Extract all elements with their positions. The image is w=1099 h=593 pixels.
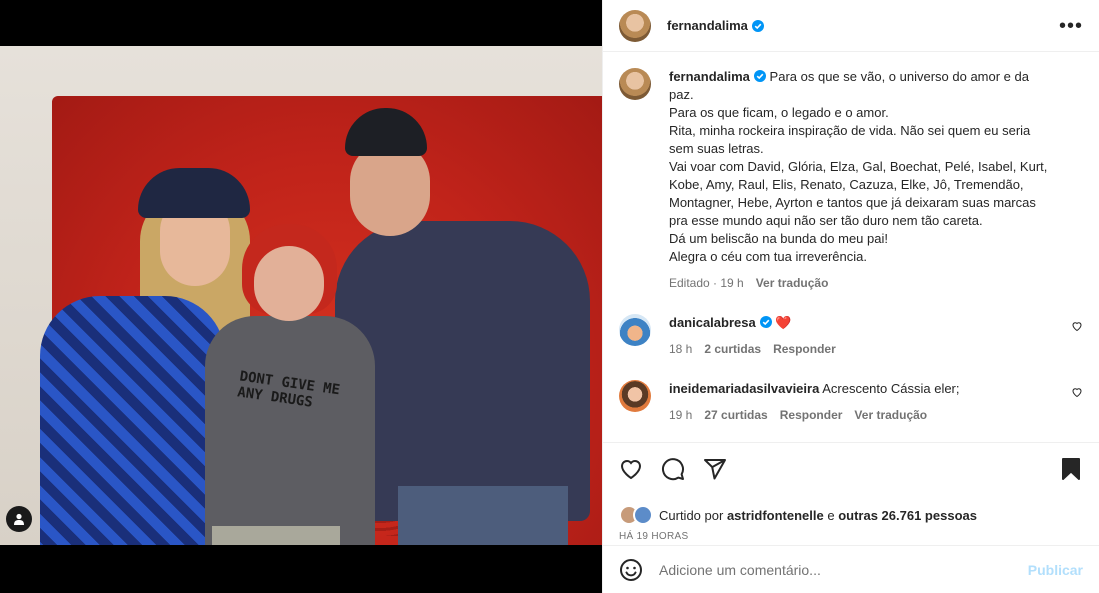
post-actions: Curtido por astridfontenelle e outras 26… [603, 442, 1099, 542]
likes-summary: Curtido por astridfontenelle e outras 26… [619, 505, 1083, 525]
post-media[interactable]: DONT GIVE ME ANY DRUGS [0, 0, 602, 593]
comment-text: Acrescento Cássia eler; [822, 381, 960, 396]
person-left-body [40, 296, 225, 545]
caption-text-line: Montagner, Hebe, Ayrton e tantos que já … [669, 195, 1036, 210]
comment-time[interactable]: 18 h [669, 340, 692, 358]
tagged-users-button[interactable] [6, 506, 32, 532]
more-options-icon[interactable]: ••• [1059, 16, 1083, 36]
action-icons [619, 455, 1083, 483]
person-center-body [205, 316, 375, 545]
publish-button[interactable]: Publicar [1028, 562, 1083, 578]
commenter-username[interactable]: ineidemariadasilvavieira [669, 381, 819, 396]
comment-translate-link[interactable]: Ver tradução [854, 406, 927, 424]
post-photo[interactable]: DONT GIVE ME ANY DRUGS [0, 46, 602, 545]
comment-input[interactable] [659, 561, 1028, 578]
likes-user-link[interactable]: astridfontenelle [727, 508, 824, 523]
post-dialog: DONT GIVE ME ANY DRUGS fernandalima ••• [0, 0, 1099, 593]
caption-text-line: Para os que ficam, o legado e o amor. [669, 105, 889, 120]
caption-edited-time[interactable]: Editado · 19 h [669, 274, 744, 292]
comment-time[interactable]: 19 h [669, 406, 692, 424]
add-comment-bar: Publicar [603, 545, 1099, 593]
caption-translate-link[interactable]: Ver tradução [756, 274, 829, 292]
share-icon[interactable] [703, 457, 727, 481]
post-timestamp[interactable]: HÁ 19 HORAS [619, 531, 1083, 542]
likes-middle: e [827, 507, 835, 523]
post-header: fernandalima ••• [603, 0, 1099, 52]
author-avatar[interactable] [619, 9, 651, 42]
caption-text-line: Alegra o céu com tua irreverência. [669, 249, 867, 264]
reply-button[interactable]: Responder [780, 406, 843, 424]
author-username[interactable]: fernandalima [667, 18, 748, 33]
caption-text-line: Vai voar com David, Glória, Elza, Gal, B… [669, 159, 1048, 174]
caption: fernandalima Para os que se vão, o unive… [619, 68, 1083, 292]
comment-icon[interactable] [661, 457, 685, 481]
comment-item: ineidemariadasilvavieira Acrescento Cáss… [619, 380, 1083, 424]
like-comment-heart-icon[interactable] [1071, 386, 1083, 398]
comments-section[interactable]: fernandalima Para os que se vão, o unive… [603, 52, 1099, 442]
comment-item: danicalabresa ❤️ 18 h 2 curtidas Respond… [619, 314, 1083, 358]
emoji-icon[interactable] [619, 558, 643, 582]
verified-badge-icon [753, 70, 766, 82]
bookmark-icon[interactable] [1059, 457, 1083, 481]
commenter-username[interactable]: danicalabresa [669, 315, 756, 330]
caption-text-line: paz. [669, 87, 694, 102]
comment-meta: 18 h 2 curtidas Responder [669, 340, 836, 358]
likes-prefix: Curtido por [659, 507, 724, 523]
caption-text-line: Para os que se vão, o universo do amor e… [769, 69, 1029, 84]
verified-badge-icon [751, 19, 764, 32]
caption-meta: Editado · 19 h Ver tradução [669, 274, 1047, 292]
comment-content: ineidemariadasilvavieira Acrescento Cáss… [669, 380, 960, 424]
caption-text-line: Kobe, Amy, Raul, Elis, Renato, Cazuza, E… [669, 177, 1024, 192]
commenter-avatar[interactable] [619, 314, 651, 346]
caption-text-line: sem suas letras. [669, 141, 764, 156]
person-center-face [254, 246, 324, 321]
person-center-pants [212, 526, 340, 545]
reply-button[interactable]: Responder [773, 340, 836, 358]
verified-badge-icon [759, 316, 772, 328]
caption-author-username[interactable]: fernandalima [669, 69, 750, 84]
caption-text-line: Rita, minha rockeira inspiração de vida.… [669, 123, 1031, 138]
likes-others-link[interactable]: outras 26.761 pessoas [838, 508, 977, 523]
like-comment-heart-icon[interactable] [1071, 320, 1083, 332]
caption-text-line: Dá um beliscão na bunda do meu pai! [669, 231, 888, 246]
caption-content: fernandalima Para os que se vão, o unive… [669, 68, 1047, 292]
commenter-avatar[interactable] [619, 380, 651, 412]
comment-likes[interactable]: 27 curtidas [704, 406, 767, 424]
comment-content: danicalabresa ❤️ 18 h 2 curtidas Respond… [669, 314, 836, 358]
comment-likes[interactable]: 2 curtidas [704, 340, 761, 358]
heart-icon[interactable] [619, 457, 643, 481]
person-right-jeans [398, 486, 568, 545]
likes-text: Curtido por astridfontenelle e outras 26… [659, 508, 977, 523]
caption-text-line: pra esse mundo aqui não ser tão duro nem… [669, 213, 983, 228]
user-icon [14, 513, 24, 525]
post-sidebar: fernandalima ••• fernandalima Para os qu… [602, 0, 1099, 593]
comment-text: ❤️ [775, 315, 792, 330]
liker-avatars[interactable] [619, 505, 655, 525]
liker-avatar[interactable] [633, 505, 653, 525]
person-left-hat [138, 168, 250, 218]
caption-author-avatar[interactable] [619, 68, 651, 100]
comment-meta: 19 h 27 curtidas Responder Ver tradução [669, 406, 960, 424]
